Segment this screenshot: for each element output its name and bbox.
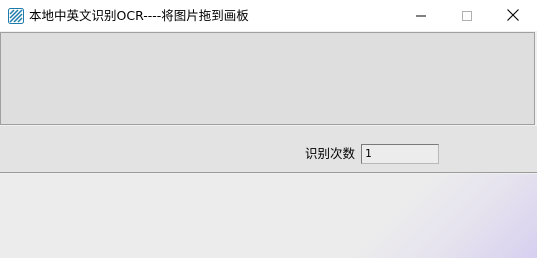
- close-icon: [507, 6, 519, 25]
- app-logo-icon: [8, 8, 24, 24]
- title-bar[interactable]: 本地中英文识别OCR----将图片拖到画板: [0, 0, 537, 31]
- drop-canvas[interactable]: [0, 32, 535, 125]
- control-panel: 识别次数 1: [0, 126, 537, 173]
- maximize-button[interactable]: [444, 0, 490, 31]
- recognition-count-field[interactable]: 1: [361, 144, 439, 164]
- recognition-count-label: 识别次数: [305, 146, 356, 161]
- corner-gradient: [330, 174, 537, 258]
- app-window: 本地中英文识别OCR----将图片拖到画板 识别次数 1: [0, 0, 537, 258]
- output-area: [0, 174, 537, 258]
- maximize-icon: [462, 6, 472, 25]
- close-button[interactable]: [490, 0, 536, 31]
- minimize-icon: [416, 6, 426, 25]
- window-title: 本地中英文识别OCR----将图片拖到画板: [29, 8, 249, 23]
- minimize-button[interactable]: [398, 0, 444, 31]
